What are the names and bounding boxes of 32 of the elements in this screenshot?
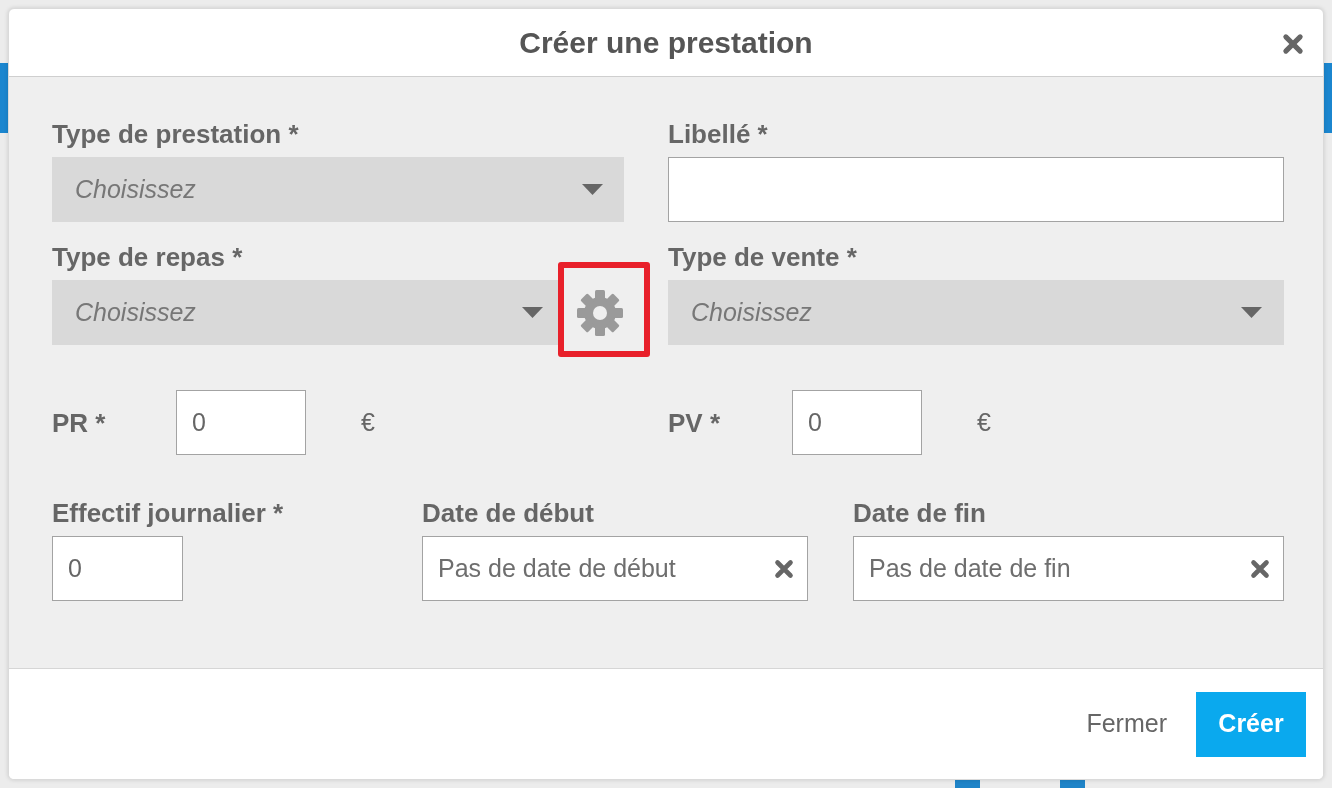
date-field[interactable]: Pas de date de fin: [853, 536, 1284, 601]
close-button[interactable]: Fermer: [1070, 691, 1183, 757]
dialog-title: Créer une prestation: [519, 25, 813, 61]
select-field[interactable]: Choisissez: [52, 157, 624, 222]
backdrop-strip: [1060, 780, 1085, 788]
field-label: Date de fin: [853, 499, 986, 527]
backdrop-strip: [0, 63, 8, 133]
clear-icon[interactable]: [1250, 559, 1270, 579]
currency-label: €: [361, 406, 375, 438]
field-label: Libellé *: [668, 120, 768, 148]
date-field[interactable]: Pas de date de début: [422, 536, 808, 601]
caret-icon: [582, 184, 603, 195]
input-field[interactable]: 0: [792, 390, 922, 455]
field-label: Type de repas *: [52, 243, 243, 271]
currency-label: €: [977, 406, 991, 438]
caret-icon: [1241, 307, 1262, 318]
close-icon[interactable]: [1282, 33, 1304, 55]
select-field[interactable]: Choisissez: [668, 280, 1284, 345]
field-label: Effectif journalier *: [52, 499, 284, 527]
clear-icon[interactable]: [774, 559, 794, 579]
backdrop-strip: [1324, 63, 1332, 133]
field-label: PV *: [668, 408, 721, 437]
select-field[interactable]: Choisissez: [52, 280, 558, 345]
input-field[interactable]: [668, 157, 1284, 222]
field-label: PR *: [52, 408, 106, 437]
input-field[interactable]: 0: [176, 390, 306, 455]
field-label: Type de vente *: [668, 243, 857, 271]
input-field[interactable]: 0: [52, 536, 183, 601]
caret-icon: [522, 307, 543, 318]
field-label: Date de début: [422, 499, 594, 527]
field-label: Type de prestation *: [52, 120, 299, 148]
backdrop-strip: [955, 780, 980, 788]
